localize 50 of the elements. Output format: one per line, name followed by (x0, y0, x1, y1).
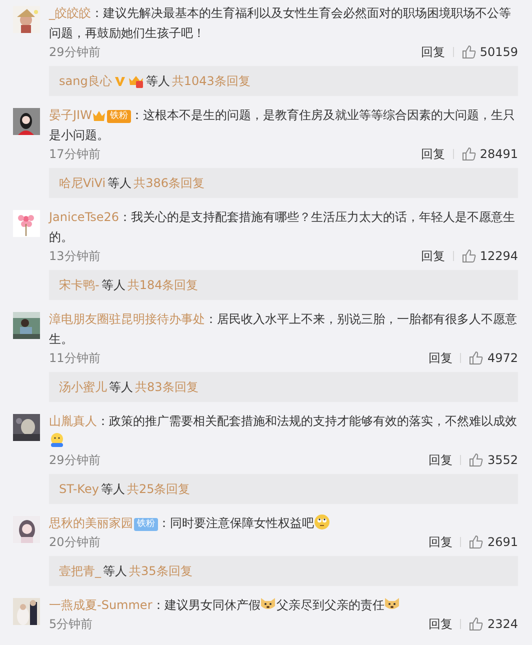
timestamp: 13分钟前 (49, 248, 102, 264)
reply-others: 等人 (109, 378, 133, 396)
reply-button[interactable]: 回复 (420, 146, 445, 162)
crown-icon (92, 109, 106, 122)
reply-button[interactable]: 回复 (428, 534, 452, 550)
reply-others: 等人 (146, 72, 170, 90)
like-count: 3552 (487, 453, 518, 467)
timestamp: 17分钟前 (49, 146, 102, 162)
thumbs-up-icon[interactable] (469, 535, 484, 549)
timestamp: 5分钟前 (49, 616, 94, 632)
reply-others: 等人 (100, 480, 125, 498)
like-count: 4972 (487, 351, 518, 365)
thumbs-up-icon[interactable] (462, 249, 476, 263)
comment-text: 漳电朋友圈驻昆明接待办事处：居民收入水平上不来，别说三胎，一胎都有很多人不愿意生。 (49, 311, 518, 348)
reply-button[interactable]: 回复 (428, 452, 452, 468)
like-count: 2324 (487, 617, 518, 631)
reply-others: 等人 (103, 562, 127, 580)
emoji-icon (260, 596, 276, 612)
timestamp: 20分钟前 (49, 534, 102, 550)
reply-button[interactable]: 回复 (428, 616, 452, 632)
thumbs-up-icon[interactable] (462, 45, 476, 59)
like-count: 50159 (480, 45, 518, 59)
comment-text: 思秋的美丽家园 铁粉 ：同时要注意保障女性权益吧 (49, 513, 518, 533)
reply-button[interactable]: 回复 (420, 248, 445, 264)
thumbs-up-icon[interactable] (469, 453, 484, 467)
fan-badge: 铁粉 (134, 518, 158, 531)
fan-badge: 铁粉 (106, 110, 131, 123)
reply-others: 等人 (101, 276, 126, 294)
comment-text: JaniceTse26：我关心的是支持配套措施有哪些？生活压力太大的话，年轻人是不愿意生的。 (49, 209, 516, 246)
emoji-icon (49, 432, 65, 448)
like-count: 12294 (480, 249, 518, 263)
comment-text: 晏子JIW 铁粉 ：这根本不是生的问题，是教育住房及就业等等综合因素的大问题，生只是小问题。 (49, 107, 516, 144)
timestamp: 29分钟前 (49, 44, 102, 60)
comment-text: 山胤真人：政策的推广需要相关配套措施和法规的支持才能够有效的落实，不然难以成效 (49, 411, 518, 451)
thumbs-up-icon[interactable] (469, 617, 484, 631)
crown-icon (128, 74, 144, 88)
like-count: 2691 (487, 535, 518, 549)
timestamp: 11分钟前 (49, 350, 102, 366)
emoji-icon (314, 514, 330, 530)
comment-text: _皎皎皎：建议先解决最基本的生育福利以及女性生育会必然面对的职场困境职场不公等问题，再鼓励她们生孩子吧！ (49, 5, 512, 42)
emoji-icon (384, 596, 400, 612)
verified-icon (114, 75, 126, 87)
thumbs-up-icon[interactable] (469, 351, 484, 365)
reply-button[interactable]: 回复 (428, 350, 452, 366)
comment-text: 一燕成夏-Summer：建议男女同休产假 父亲尽到父亲的责任 (49, 595, 518, 615)
reply-others: 等人 (108, 174, 132, 192)
timestamp: 29分钟前 (49, 452, 102, 468)
like-count: 28491 (480, 147, 518, 161)
thumbs-up-icon[interactable] (462, 147, 476, 161)
reply-button[interactable]: 回复 (420, 44, 445, 60)
